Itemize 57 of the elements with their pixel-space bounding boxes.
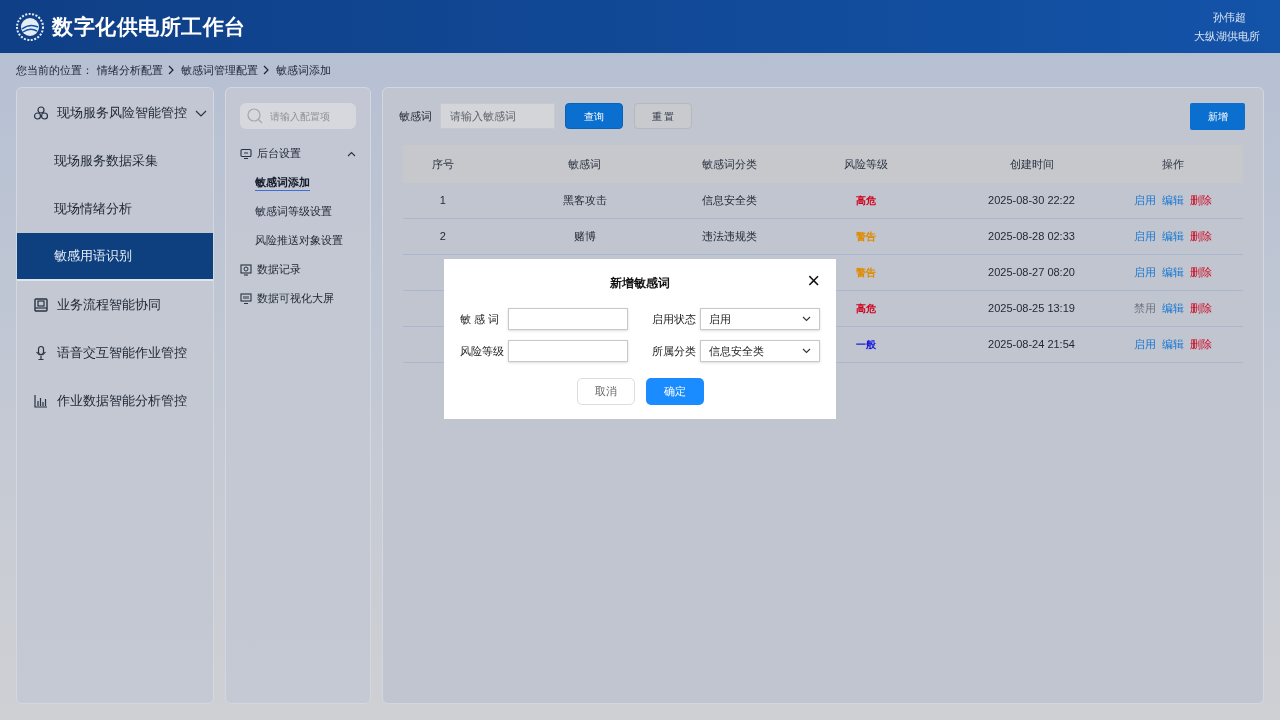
table-cell-text: 黑客攻击: [562, 193, 607, 209]
breadcrumb-link[interactable]: 敏感词管理配置: [181, 61, 258, 79]
risk-level: 一般: [855, 338, 876, 352]
column-header: 序号: [431, 156, 454, 172]
query-button[interactable]: 查询: [565, 103, 623, 129]
field-label: 启用状态: [652, 311, 697, 327]
column-header: 敏感词分类: [701, 156, 757, 172]
sidebar-item[interactable]: 业务流程智能协同: [17, 281, 214, 329]
table-cell-text: 1: [439, 193, 446, 209]
field-label: 敏 感 词: [460, 311, 501, 327]
column-header: 风险等级: [843, 156, 888, 172]
risk-level: 警告: [855, 266, 876, 280]
app-title: 数字化供电所工作台: [52, 13, 246, 40]
sidebar-item[interactable]: 作业数据智能分析管控: [17, 377, 214, 425]
field-label: 风险等级: [460, 343, 505, 359]
unit-name: 大纵湖供电所: [1194, 29, 1260, 44]
reset-button[interactable]: 重 置: [634, 103, 692, 129]
breadcrumb-label: 您当前的位置：: [16, 62, 93, 78]
sidebar-item[interactable]: 语音交互智能作业管控: [17, 329, 214, 377]
search-field[interactable]: 请输入配置项: [240, 103, 356, 129]
table-cell-text: 2025-08-30 22:22: [988, 193, 1075, 209]
sidebar-subitem[interactable]: 现场情绪分析: [17, 185, 214, 233]
column-header: 操作: [1162, 156, 1185, 172]
dialog-title: 新增敏感词: [610, 274, 670, 292]
cancel-button[interactable]: 取消: [576, 378, 635, 405]
risk-level: 警告: [855, 230, 876, 244]
table-cell-text: 2025-08-27 08:20: [988, 265, 1075, 281]
search-field[interactable]: 请输入敏感词: [440, 103, 555, 129]
table-cell-text: 2025-08-25 13:19: [988, 301, 1075, 317]
risk-level: 高危: [855, 194, 876, 208]
menu-subitem[interactable]: 风险推送对象设置: [255, 232, 344, 249]
field-label: 敏感词: [399, 108, 432, 124]
table-cell-text: 2025-08-24 21:54: [988, 337, 1075, 353]
table-cell-text: 2: [439, 229, 446, 245]
risk-level: 高危: [855, 302, 876, 316]
select-field[interactable]: 信息安全类: [700, 340, 820, 362]
close-button[interactable]: ×: [807, 270, 820, 292]
table-cell-text: 2025-08-28 02:33: [988, 229, 1075, 245]
table-cell-text: 赌博: [573, 229, 596, 245]
column-header: 创建时间: [1009, 156, 1054, 172]
user-name: 孙伟超: [1213, 9, 1246, 25]
select-field[interactable]: 启用: [700, 308, 820, 330]
sidebar-subitem[interactable]: 现场服务数据采集: [17, 137, 214, 185]
menu-item[interactable]: 后台设置: [240, 139, 356, 168]
menu-item[interactable]: 数据可视化大屏: [240, 284, 356, 313]
table-cell-text: 信息安全类: [701, 193, 757, 209]
field-label: 所属分类: [652, 343, 697, 359]
sidebar-item[interactable]: 现场服务风险智能管控: [17, 89, 214, 137]
breadcrumb-link[interactable]: 敏感词添加: [276, 61, 331, 79]
menu-item[interactable]: 数据记录: [240, 255, 356, 284]
table-cell-text: 违法违规类: [701, 229, 757, 245]
sidebar-subitem[interactable]: 敏感用语识别: [17, 233, 214, 281]
menu-subitem[interactable]: 敏感词等级设置: [255, 203, 333, 220]
menu-subitem[interactable]: 敏感词添加: [255, 173, 311, 192]
column-header: 敏感词: [568, 156, 602, 172]
add-button[interactable]: 新增: [1190, 102, 1245, 130]
breadcrumb-link[interactable]: 情绪分析配置: [97, 61, 163, 79]
